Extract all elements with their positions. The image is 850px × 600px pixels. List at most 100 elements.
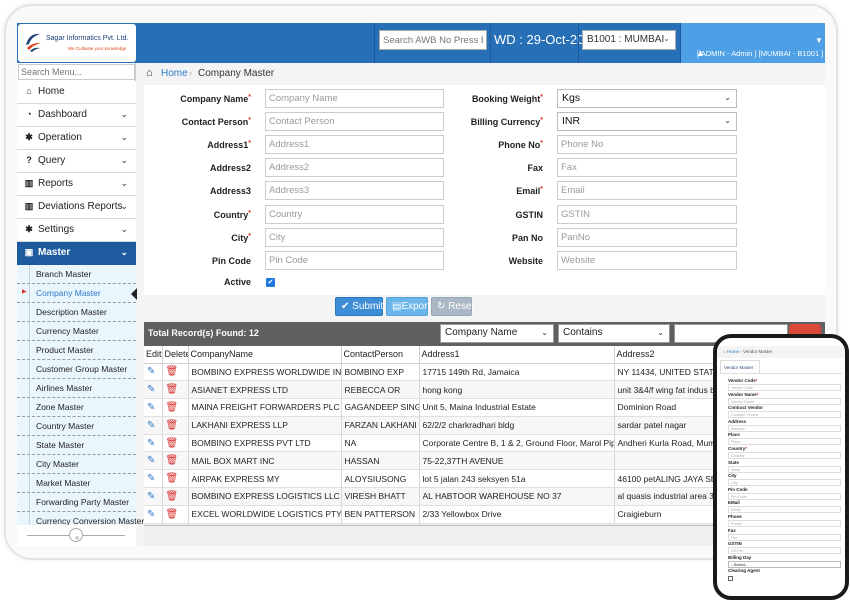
awb-search-input[interactable] <box>379 30 487 50</box>
branch-select[interactable]: B1001 : MUMBAI ⌄ <box>582 30 676 50</box>
required-marker: * <box>248 233 251 240</box>
reset-button[interactable]: ↻ Reset <box>431 297 474 316</box>
submenu-item-customer-group-master[interactable]: Customer Group Master <box>17 360 136 379</box>
trash-icon[interactable]: 🗑 <box>166 491 179 502</box>
sidebar-item-home[interactable]: ⌂ Home <box>17 81 136 104</box>
edit-icon[interactable]: ✎ <box>147 455 155 466</box>
edit-icon[interactable]: ✎ <box>147 384 155 395</box>
sidebar-item-master[interactable]: ▣ Master ⌄ <box>17 242 136 265</box>
edit-icon[interactable]: ✎ <box>147 402 155 413</box>
trash-icon[interactable]: 🗑 <box>166 420 179 431</box>
trash-icon[interactable]: 🗑 <box>166 455 179 466</box>
company-name-cell: EXCEL WORLDWIDE LOGISTICS PTY. LTD <box>188 505 342 524</box>
submenu-item-forwarding-party-master[interactable]: Forwarding Party Master <box>17 493 136 512</box>
company-name-cell: ASIANET EXPRESS LTD <box>188 380 342 400</box>
submenu-item-city-master[interactable]: City Master <box>17 455 136 474</box>
mobile-breadcrumb-home[interactable]: Home <box>727 349 739 354</box>
column-header-contact-person[interactable]: ContactPerson <box>341 346 420 364</box>
mobile-billing-day-select[interactable]: --Select-- <box>728 560 841 568</box>
edit-icon[interactable]: ✎ <box>147 420 155 431</box>
edit-icon[interactable]: ✎ <box>147 473 155 484</box>
billing-currency-select[interactable]: INR ⌄ <box>557 112 737 131</box>
mobile-email-input[interactable]: EMail <box>728 506 841 514</box>
sidebar-item-query[interactable]: ? Query ⌄ <box>17 150 136 173</box>
booking-weight-select[interactable]: Kgs ⌄ <box>557 89 737 108</box>
address2-input[interactable] <box>265 158 444 177</box>
column-header-address1[interactable]: Address1 <box>419 346 615 364</box>
phone-no-input[interactable] <box>557 135 737 154</box>
trash-icon[interactable]: 🗑 <box>166 366 179 377</box>
edit-icon[interactable]: ✎ <box>147 491 155 502</box>
edit-icon[interactable]: ✎ <box>147 438 155 449</box>
breadcrumb-home-link[interactable]: Home <box>161 68 188 79</box>
mobile-place-input[interactable]: Place <box>728 438 841 446</box>
mobile-clearing-agent-checkbox[interactable] <box>728 575 733 581</box>
column-header-company-name[interactable]: CompanyName <box>188 346 342 364</box>
trash-icon[interactable]: 🗑 <box>166 509 179 520</box>
address1-input[interactable] <box>265 135 444 154</box>
city-input[interactable] <box>265 228 444 247</box>
mobile-address-input[interactable]: Address <box>728 424 841 432</box>
mobile-country-input[interactable]: Country <box>728 451 841 459</box>
submit-button[interactable]: ✔ Submit <box>335 297 383 316</box>
filter-operator-select[interactable]: Contains ⌄ <box>558 324 670 343</box>
filter-field-select[interactable]: Company Name ⌄ <box>440 324 554 343</box>
edit-icon[interactable]: ✎ <box>147 366 155 377</box>
gstin-input[interactable] <box>557 205 737 224</box>
contact-person-cell: NA <box>341 434 420 453</box>
sidebar-item-operation[interactable]: ✱ Operation ⌄ <box>17 127 136 150</box>
submenu-item-market-master[interactable]: Market Master <box>17 474 136 493</box>
trash-icon[interactable]: 🗑 <box>166 402 179 413</box>
mobile-contract-vendor-input[interactable]: Contract Vendor <box>728 411 841 419</box>
submenu-item-state-master[interactable]: State Master <box>17 436 136 455</box>
submenu-item-product-master[interactable]: Product Master <box>17 341 136 360</box>
mobile-vendor-code-input[interactable]: Vendor Code <box>728 384 841 391</box>
company-name-input[interactable] <box>265 89 444 108</box>
user-menu[interactable]: ♟ [ ADMIN - Admin ] [MUMBAI - B1001 ] ▼ <box>681 23 825 63</box>
label-country: Country* <box>214 210 251 220</box>
divider <box>374 23 375 63</box>
collapse-sidebar-button[interactable]: « <box>69 528 83 542</box>
divider <box>720 373 842 374</box>
mobile-pin-code-input[interactable]: Pin Code <box>728 492 841 500</box>
trash-icon[interactable]: 🗑 <box>166 438 179 449</box>
submenu-item-company-master[interactable]: ▶ Company Master <box>17 284 137 303</box>
pan-no-input[interactable] <box>557 228 737 247</box>
country-input[interactable] <box>265 205 444 224</box>
submenu-item-branch-master[interactable]: Branch Master <box>17 265 136 284</box>
edit-icon[interactable]: ✎ <box>147 509 155 520</box>
mobile-phone-input[interactable]: Phone <box>728 519 841 527</box>
email-input[interactable] <box>557 181 737 200</box>
mobile-city-input[interactable]: City <box>728 479 841 487</box>
submenu-item-country-master[interactable]: Country Master <box>17 417 136 436</box>
mobile-gstin-input[interactable]: GSTIN <box>728 547 841 555</box>
chevron-down-icon: ⌄ <box>120 155 128 165</box>
trash-icon[interactable]: 🗑 <box>166 473 179 484</box>
sidebar-item-settings[interactable]: ✱ Settings ⌄ <box>17 219 136 242</box>
sidebar-item-reports[interactable]: ▥ Reports ⌄ <box>17 173 136 196</box>
address3-input[interactable] <box>265 181 444 200</box>
mobile-state-input[interactable]: State <box>728 465 841 473</box>
mobile-fax-input[interactable]: Fax <box>728 533 841 541</box>
menu-search-input[interactable] <box>18 64 135 80</box>
contact-person-input[interactable] <box>265 112 444 131</box>
submenu-item-zone-master[interactable]: Zone Master <box>17 398 136 417</box>
fax-input[interactable] <box>557 158 737 177</box>
sidebar-item-deviations-reports[interactable]: ▥ Deviations Reports ⌄ <box>17 196 136 219</box>
trash-icon[interactable]: 🗑 <box>166 384 179 395</box>
edit-cell: ✎ <box>144 451 163 471</box>
pin-code-input[interactable] <box>265 251 444 270</box>
submenu-item-description-master[interactable]: Description Master <box>17 303 136 322</box>
mobile-vendor-name-input[interactable]: Vendor Name <box>728 397 841 405</box>
sidebar-item-dashboard[interactable]: ◔ Dashboard ⌄ <box>17 104 136 127</box>
mobile-tab-vendor-master[interactable]: Vendor Master <box>720 360 760 374</box>
question-icon: ? <box>26 155 32 165</box>
submenu-item-airlines-master[interactable]: Airlines Master <box>17 379 136 398</box>
delete-cell: 🗑 <box>162 380 189 400</box>
export-button[interactable]: ▤Export <box>386 297 430 316</box>
brand-logo[interactable]: Sagar Informatics Pvt. Ltd. We Cultivate… <box>18 24 136 62</box>
label-text: Contact Person <box>181 117 249 127</box>
submenu-item-currency-master[interactable]: Currency Master <box>17 322 136 341</box>
active-checkbox[interactable]: ✔ <box>266 278 275 287</box>
website-input[interactable] <box>557 251 737 270</box>
